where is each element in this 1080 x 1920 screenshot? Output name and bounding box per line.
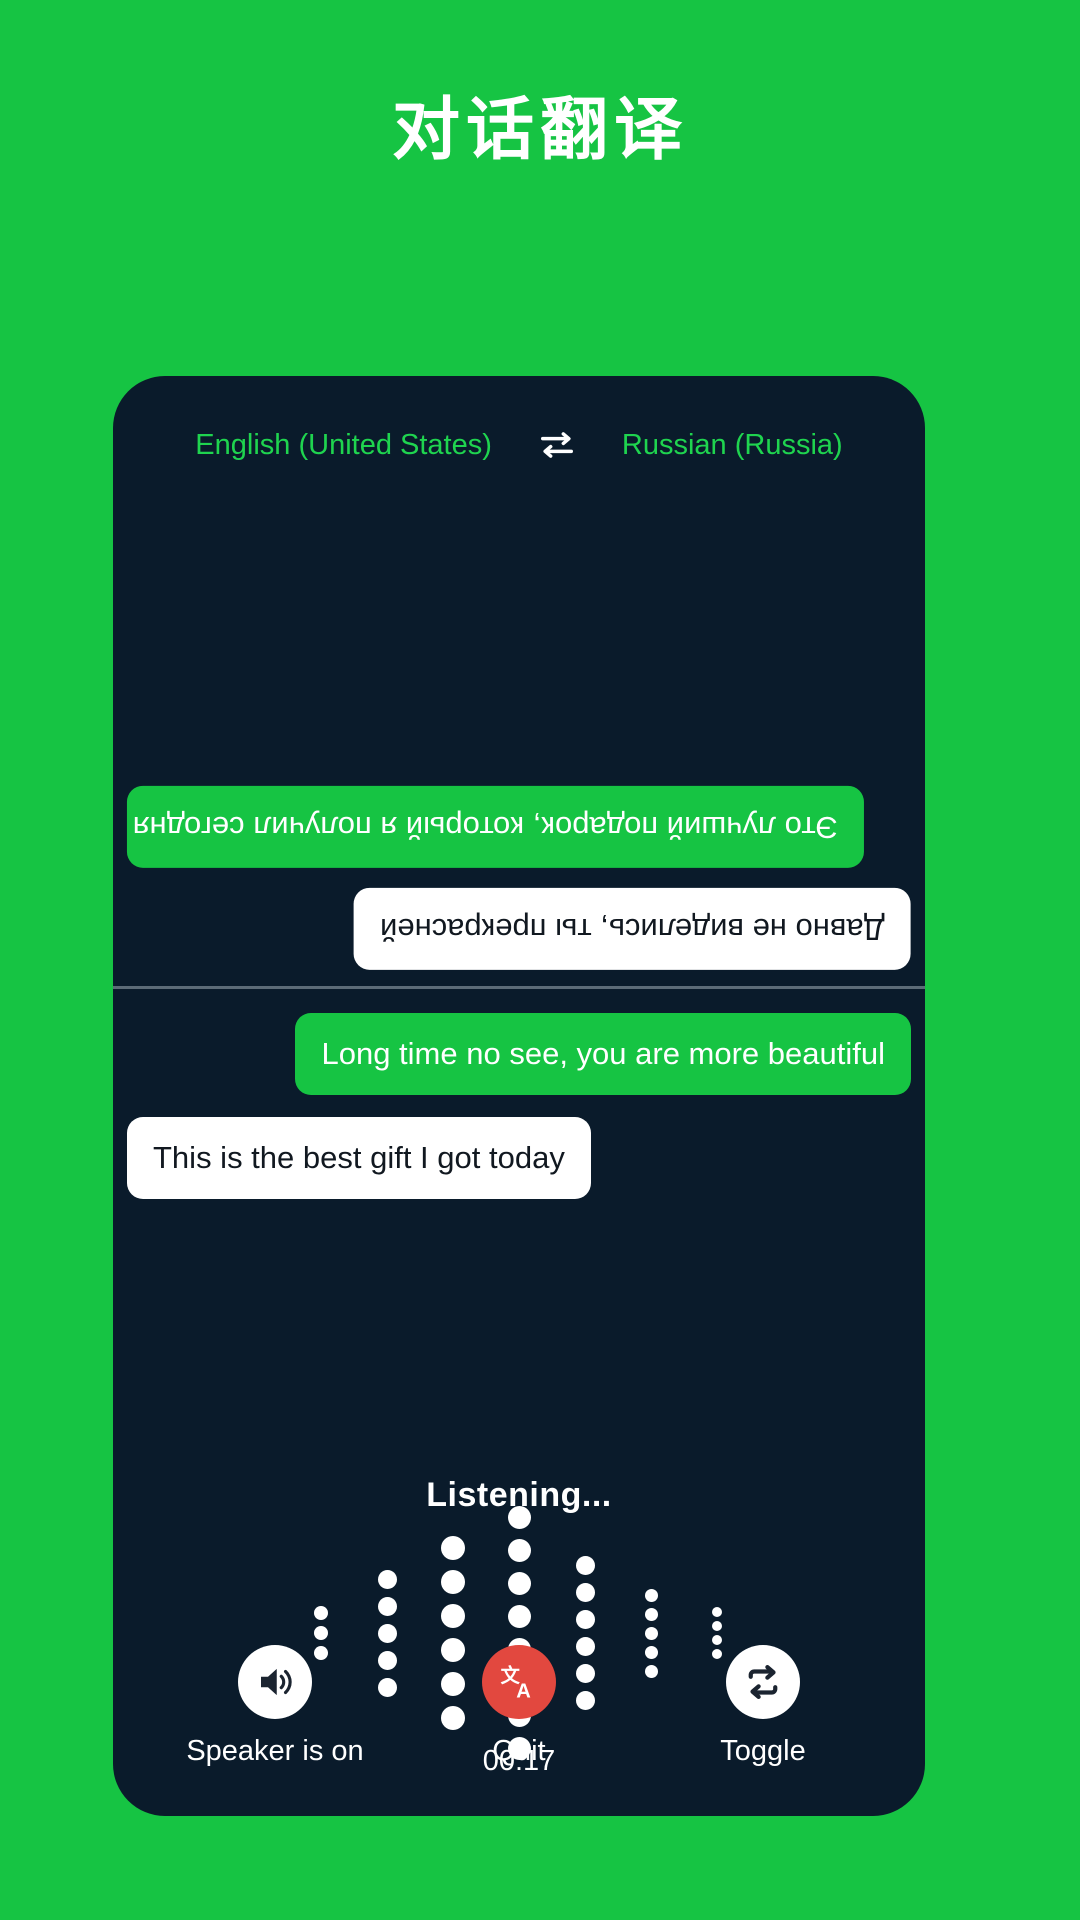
toggle-label: Toggle <box>720 1735 806 1767</box>
message-row: Long time no see, you are more beautiful <box>127 1013 911 1095</box>
quit-button[interactable]: 文 A Quit <box>404 1645 634 1768</box>
speaker-on-icon[interactable] <box>238 1645 312 1719</box>
message-row: Давно не виделись, ты прекрасней <box>127 888 911 970</box>
conversation-top-rotated: Это лучший подарок, который я получил се… <box>113 478 925 986</box>
page-title: 对话翻译 <box>391 92 688 168</box>
repeat-swap-icon[interactable] <box>726 1645 800 1719</box>
message-bubble-russian-green[interactable]: Это лучший подарок, который я получил се… <box>127 786 864 869</box>
waveform-dot <box>314 1606 328 1620</box>
message-row: Это лучший подарок, который я получил се… <box>127 786 911 869</box>
waveform-dot <box>441 1570 465 1594</box>
message-bubble-english-green[interactable]: Long time no see, you are more beautiful <box>295 1013 911 1095</box>
toggle-button[interactable]: Toggle <box>648 1645 878 1768</box>
speaker-toggle-button[interactable]: Speaker is on <box>160 1645 390 1768</box>
bottom-controls: Speaker is on 文 A Quit Toggle <box>113 1645 925 1768</box>
waveform-dot <box>441 1536 465 1560</box>
waveform-dot <box>644 1626 658 1640</box>
message-bubble-russian-white[interactable]: Давно не виделись, ты прекрасней <box>354 888 911 970</box>
swap-horizontal-icon[interactable] <box>538 426 576 464</box>
quit-label: Quit <box>492 1735 546 1767</box>
waveform-dot <box>644 1607 658 1621</box>
waveform-dot <box>377 1596 397 1616</box>
conversation-bottom: Long time no see, you are more beautiful… <box>113 989 925 1199</box>
waveform-dot <box>441 1604 465 1628</box>
waveform-dot <box>377 1569 397 1589</box>
waveform-dot <box>507 1539 531 1562</box>
waveform-dot <box>575 1556 595 1575</box>
source-language-button[interactable]: English (United States) <box>195 429 492 462</box>
waveform-dot <box>377 1623 397 1643</box>
phone-panel: English (United States) Russian (Russia)… <box>113 376 925 1816</box>
waveform-dot <box>644 1588 658 1602</box>
waveform-dot <box>507 1605 531 1628</box>
waveform-dot <box>507 1572 531 1595</box>
speaker-toggle-label: Speaker is on <box>186 1735 364 1767</box>
waveform-dot <box>507 1506 531 1529</box>
waveform-dot <box>575 1610 595 1629</box>
waveform-dot <box>712 1621 722 1631</box>
waveform-dot <box>712 1607 722 1617</box>
message-bubble-english-white[interactable]: This is the best gift I got today <box>127 1116 591 1199</box>
target-language-button[interactable]: Russian (Russia) <box>622 429 843 462</box>
svg-text:A: A <box>516 1681 531 1703</box>
language-selector-bar: English (United States) Russian (Russia) <box>113 412 925 478</box>
waveform-dot <box>575 1583 595 1602</box>
waveform-dot <box>314 1626 328 1640</box>
waveform-dot <box>712 1635 722 1645</box>
message-row: This is the best gift I got today <box>127 1116 911 1199</box>
translate-icon[interactable]: 文 A <box>482 1645 556 1719</box>
